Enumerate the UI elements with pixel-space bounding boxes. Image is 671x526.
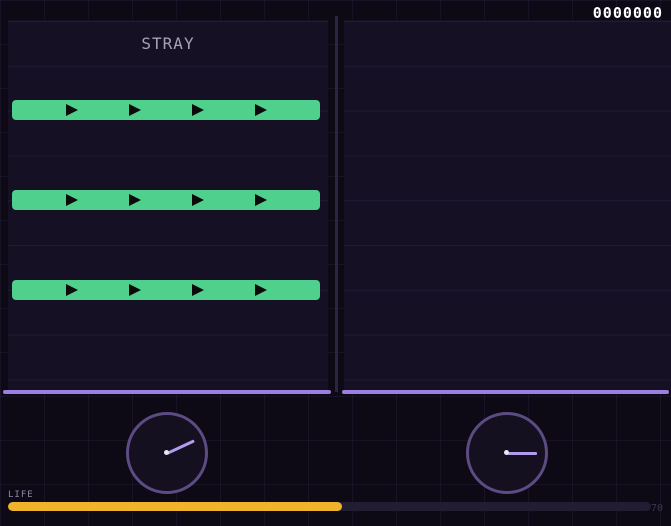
play-arrow-icon [66, 104, 78, 116]
life-label: LIFE [8, 490, 34, 500]
lane-right [344, 20, 671, 390]
play-arrow-icon [129, 284, 141, 296]
life-bar-fill [8, 502, 343, 511]
dial-pivot-left [164, 450, 169, 455]
dial-hand-right [507, 452, 537, 455]
hold-note-2 [12, 190, 320, 210]
play-arrow-icon [129, 194, 141, 206]
hit-line-left [3, 390, 331, 394]
dial-right[interactable] [466, 412, 548, 494]
hold-note-1 [12, 100, 320, 120]
play-arrow-icon [66, 284, 78, 296]
dial-left[interactable] [126, 412, 208, 494]
play-arrow-icon [129, 104, 141, 116]
play-arrow-icon [192, 104, 204, 116]
play-arrow-icon [66, 194, 78, 206]
lane-left-label: STRAY [141, 34, 195, 53]
play-arrow-icon [255, 104, 267, 116]
dial-pivot-right [504, 450, 509, 455]
life-value: 70 [650, 503, 663, 514]
hold-note-3 [12, 280, 320, 300]
hit-line-right [342, 390, 669, 394]
life-bar [8, 502, 651, 511]
play-arrow-icon [255, 194, 267, 206]
play-arrow-icon [192, 194, 204, 206]
score-counter: 0000000 [592, 4, 663, 22]
lane-divider [335, 16, 338, 392]
play-arrow-icon [192, 284, 204, 296]
play-arrow-icon [255, 284, 267, 296]
dial-hand-left [166, 439, 195, 455]
